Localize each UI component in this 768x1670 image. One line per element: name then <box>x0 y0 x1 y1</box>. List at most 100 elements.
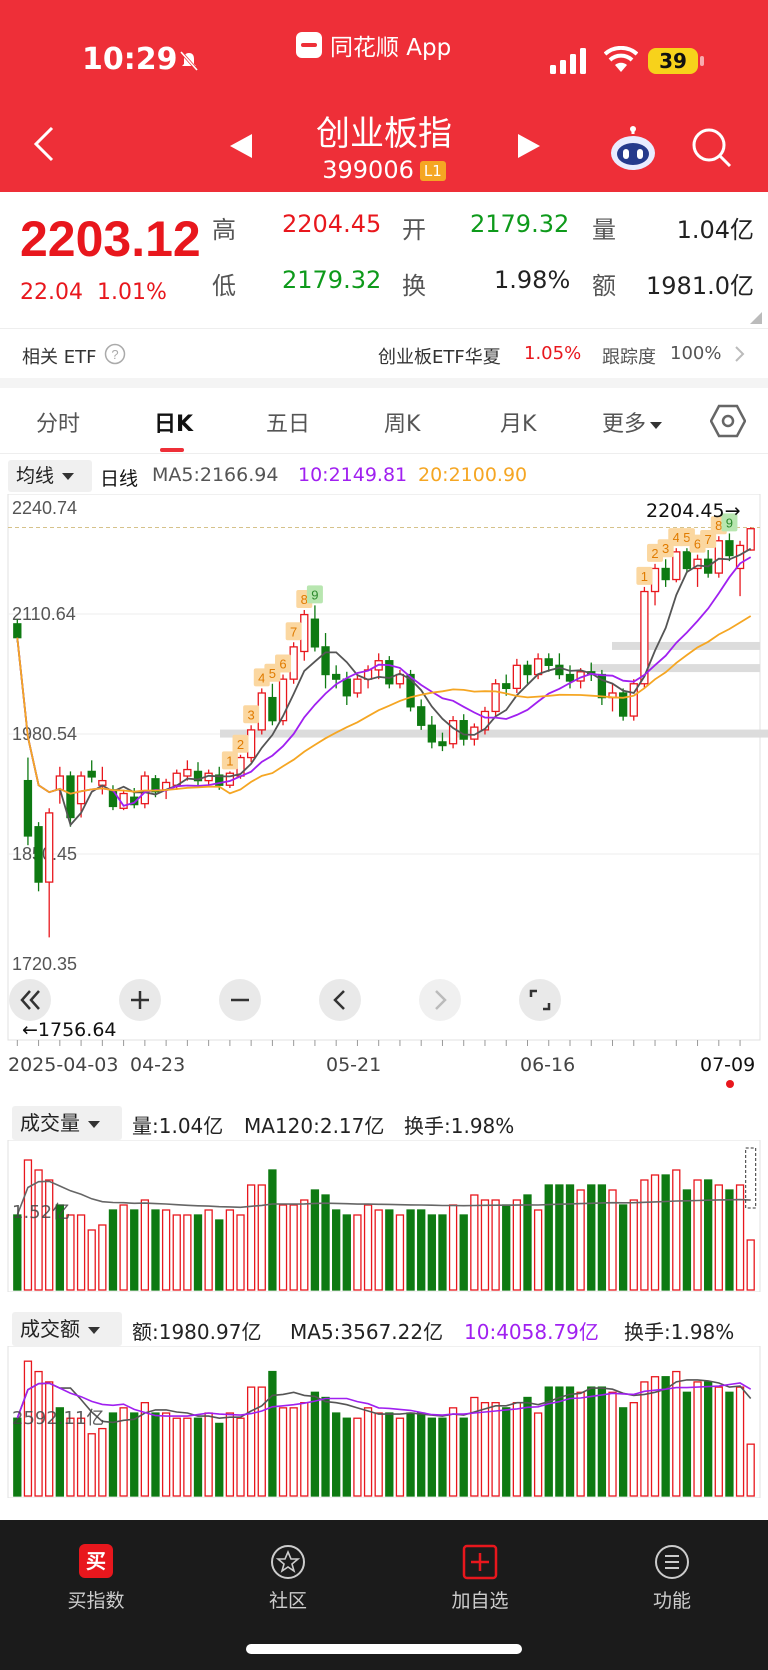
sequence-tag-label: 9 <box>311 587 318 602</box>
volume-bar <box>608 1391 617 1497</box>
volume-bar <box>650 1174 660 1291</box>
price-change: 22.04 1.01% <box>20 280 167 305</box>
volume-bar <box>725 1189 734 1291</box>
low-label: 低 <box>212 272 236 300</box>
volume-bar <box>268 1370 277 1497</box>
open-value: 2179.32 <box>470 210 570 238</box>
expand-corner-icon[interactable] <box>750 312 762 324</box>
volume-bar <box>533 1209 543 1291</box>
nav-add-watchlist[interactable]: 加自选 <box>420 1544 540 1613</box>
volume-bar <box>618 1407 628 1497</box>
candle-body <box>555 664 564 676</box>
candle-body <box>565 673 575 682</box>
zoom-out-button[interactable] <box>218 978 262 1022</box>
amount-chart[interactable] <box>0 1346 768 1498</box>
volume-bar <box>130 1209 139 1291</box>
volume-bar <box>332 1209 341 1291</box>
candle-body <box>725 540 734 557</box>
settings-hexagon-icon[interactable] <box>710 404 746 438</box>
volume-bar <box>672 1169 681 1291</box>
fullscreen-button[interactable] <box>518 978 562 1022</box>
volume-bar <box>385 1412 394 1497</box>
related-etf-row[interactable]: 相关 ETF ? 创业板ETF华夏 1.05% 跟踪度 100% <box>0 328 768 378</box>
nav-functions[interactable]: 功能 <box>612 1544 732 1613</box>
scroll-left-button[interactable] <box>318 978 362 1022</box>
period-tabs: 分时 日K 五日 周K 月K 更多 <box>0 388 768 454</box>
candle-body <box>23 779 33 837</box>
indicator-selector[interactable]: 均线 <box>8 460 92 492</box>
volume-bar <box>225 1412 235 1497</box>
date-label: 04-23 <box>130 1054 186 1076</box>
volume-bar <box>353 1214 362 1291</box>
date-label: 06-16 <box>520 1054 576 1076</box>
volume-bar <box>45 1381 54 1497</box>
add-box-icon <box>462 1544 498 1580</box>
volume-chart[interactable] <box>0 1140 768 1292</box>
tab-more[interactable]: 更多 <box>602 406 663 438</box>
volume-bar <box>300 1402 309 1497</box>
rewind-button[interactable] <box>8 978 52 1022</box>
candle-body <box>34 826 43 883</box>
volume-header: 成交量 量:1.04亿 MA120:2.17亿 换手:1.98% <box>0 1106 768 1140</box>
volume-bar <box>491 1402 500 1497</box>
nav-buy-index[interactable]: 买 买指数 <box>36 1544 156 1613</box>
volume-bar <box>246 1386 256 1497</box>
tab-monthly-k[interactable]: 月K <box>500 406 536 438</box>
volume-selector[interactable]: 成交量 <box>12 1106 122 1140</box>
candle-body <box>332 673 341 680</box>
tab-daily-k[interactable]: 日K <box>154 406 193 438</box>
price-axis-label: 2110.64 <box>12 604 76 624</box>
volume-bar <box>204 1209 213 1291</box>
amount-turnover: 换手:1.98% <box>624 1320 735 1344</box>
volume-bar <box>746 1443 755 1497</box>
volume-bar <box>448 1204 458 1291</box>
turnover-value: 1.98% <box>494 266 571 294</box>
candle-body <box>512 664 522 690</box>
amount-selector-label: 成交额 <box>20 1317 80 1341</box>
sequence-tag-label: 7 <box>290 624 297 639</box>
buy-icon: 买 <box>79 1544 113 1578</box>
sequence-tag-label: 5 <box>269 666 276 681</box>
volume-bar <box>597 1184 607 1291</box>
volume-bar <box>448 1407 458 1497</box>
volume-bar <box>459 1417 468 1497</box>
amount-value: 额:1980.97亿 <box>132 1320 262 1344</box>
tab-weekly-k[interactable]: 周K <box>384 406 420 438</box>
nav-community[interactable]: 社区 <box>228 1544 348 1613</box>
scroll-right-button[interactable] <box>418 978 462 1022</box>
tab-five-day[interactable]: 五日 <box>266 406 310 438</box>
candle-body <box>87 770 96 778</box>
volume-bar <box>640 1179 649 1291</box>
candle-body <box>682 551 692 570</box>
caret-down-icon <box>62 473 75 480</box>
volume-bar <box>236 1417 245 1497</box>
tab-intraday[interactable]: 分时 <box>36 406 80 438</box>
help-icon[interactable]: ? <box>104 343 126 365</box>
volume-bar <box>672 1370 681 1497</box>
volume-bar <box>183 1214 192 1291</box>
volume-bar <box>34 1169 43 1291</box>
volume-bar <box>204 1412 213 1497</box>
sequence-tag-label: 1 <box>641 569 648 584</box>
amount-selector[interactable]: 成交额 <box>12 1312 122 1346</box>
volume-bar <box>87 1229 96 1291</box>
amount-axis-label: 2592.11亿 <box>12 1408 105 1429</box>
volume-bar <box>257 1184 266 1291</box>
candle-body <box>459 720 468 740</box>
volume-bar <box>438 1214 447 1291</box>
app-back-link[interactable]: 同花顺 App <box>296 28 451 62</box>
zoom-in-button[interactable] <box>118 978 162 1022</box>
candle-body <box>417 706 426 726</box>
robot-assistant-icon[interactable] <box>608 126 658 172</box>
search-icon[interactable] <box>690 126 734 170</box>
price-band <box>612 641 760 650</box>
volume-bar <box>693 1179 702 1291</box>
ma5-value: MA5:2166.94 <box>152 464 279 486</box>
section-gap <box>0 378 768 388</box>
chevron-right-icon <box>735 346 745 362</box>
volume-bar <box>523 1396 532 1497</box>
volume-bar <box>555 1184 564 1291</box>
community-star-icon <box>271 1545 305 1579</box>
sequence-tag-label: 2 <box>237 737 244 752</box>
amount-ma10: 10:4058.79亿 <box>464 1320 599 1344</box>
